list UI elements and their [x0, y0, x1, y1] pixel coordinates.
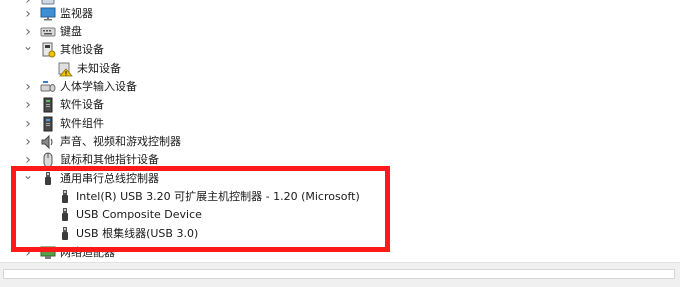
- tree-item-label: 其他设备: [60, 43, 104, 56]
- tree-item-label: Intel(R) USB 3.20 可扩展主机控制器 - 1.20 (Micro…: [76, 190, 360, 203]
- tree-item-label: 人体学输入设备: [60, 80, 137, 93]
- software-device-icon: [40, 97, 56, 113]
- scrollbar-thumb[interactable]: [3, 269, 675, 279]
- sound-icon: [40, 134, 56, 150]
- tree-item-label: USB Composite Device: [76, 208, 202, 221]
- expand-arrow-icon[interactable]: [23, 5, 33, 23]
- expand-arrow-icon[interactable]: [23, 96, 33, 114]
- unknown-device-warning-icon: [57, 61, 73, 77]
- network-adapter-icon: [40, 245, 56, 261]
- usb-icon: [57, 207, 73, 223]
- horizontal-scrollbar[interactable]: [0, 262, 680, 287]
- tree-item-label: 网络适配器: [60, 246, 115, 259]
- usb-icon: [57, 189, 73, 205]
- tree-item-label: 声音、视频和游戏控制器: [60, 135, 181, 148]
- usb-icon: [40, 171, 56, 187]
- expand-arrow-icon[interactable]: [23, 151, 33, 169]
- software-component-icon: [40, 116, 56, 132]
- mouse-icon: [40, 152, 56, 168]
- tree-item-label: 软件设备: [60, 98, 104, 111]
- tree-item-label: 未知设备: [77, 62, 121, 75]
- keyboard-icon: [40, 24, 56, 40]
- tree-item-label: 软件组件: [60, 117, 104, 130]
- other-devices-icon: [40, 42, 56, 58]
- hid-icon: [40, 79, 56, 95]
- tree-item-label: 通用串行总线控制器: [60, 172, 159, 185]
- tree-item-label: 监视器: [60, 7, 93, 20]
- expand-arrow-icon[interactable]: [23, 115, 33, 133]
- collapse-arrow-icon[interactable]: [23, 41, 33, 59]
- tree-item-label: 鼠标和其他指针设备: [60, 153, 159, 166]
- expand-arrow-icon[interactable]: [23, 244, 33, 262]
- collapse-arrow-icon[interactable]: [23, 170, 33, 188]
- device-tree: 监视器 键盘 其他设备 未知设备 人体学输入设备: [0, 0, 680, 262]
- tree-item-label: USB 根集线器(USB 3.0): [76, 227, 199, 240]
- tree-item-label: 键盘: [60, 25, 82, 38]
- expand-arrow-icon[interactable]: [23, 78, 33, 96]
- expand-arrow-icon[interactable]: [23, 133, 33, 151]
- monitor-icon: [40, 6, 56, 22]
- usb-icon: [57, 226, 73, 242]
